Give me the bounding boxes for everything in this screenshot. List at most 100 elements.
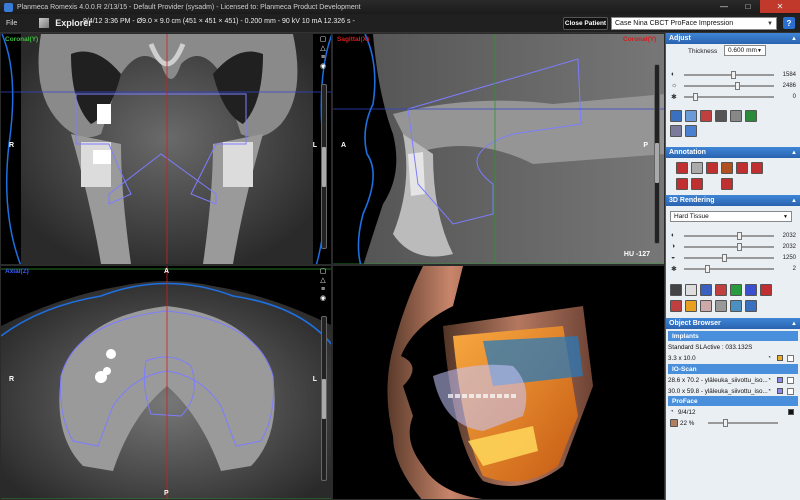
area-annotation-icon[interactable]: [706, 162, 718, 174]
camera-icon[interactable]: ◉: [319, 63, 327, 70]
case-select[interactable]: Case Nina CBCT ProFace Impression ▼: [611, 17, 777, 30]
text-annotation-icon[interactable]: [721, 162, 733, 174]
value-slider[interactable]: [684, 265, 774, 273]
3d-viewport[interactable]: [332, 265, 665, 500]
rendering-header[interactable]: 3D Rendering ▲: [666, 195, 800, 206]
object-browser-header[interactable]: Object Browser ▲: [666, 318, 800, 329]
delete-annotation-icon[interactable]: [751, 162, 763, 174]
measure-icon[interactable]: [691, 178, 703, 190]
visible-checkbox[interactable]: [787, 387, 794, 395]
maximize-button[interactable]: □: [736, 0, 760, 13]
rotate-3d-icon[interactable]: [670, 300, 682, 312]
visible-checkbox[interactable]: [787, 376, 794, 384]
skeleton-icon[interactable]: [685, 284, 697, 296]
sharpen-filter-icon[interactable]: △: [319, 277, 327, 284]
coronal-viewport[interactable]: Coronal(Y) R L ▢ △ ≡ ◉: [0, 33, 332, 265]
sharpen-filter-icon[interactable]: △: [319, 45, 327, 52]
coronal-slice-scrollbar[interactable]: [321, 84, 327, 249]
visibility-icon[interactable]: ◔: [767, 377, 771, 383]
magnify-icon[interactable]: [670, 110, 682, 122]
color-swatch[interactable]: [777, 388, 783, 394]
camera-icon[interactable]: ◉: [319, 295, 327, 302]
cube-view-icon[interactable]: [745, 284, 757, 296]
rotate-icon[interactable]: [670, 125, 682, 137]
histogram-icon[interactable]: [730, 110, 742, 122]
collapse-icon[interactable]: ▲: [791, 198, 797, 204]
arrow-annotation-icon[interactable]: [736, 162, 748, 174]
color-swatch[interactable]: [788, 409, 794, 415]
ruler-icon[interactable]: [700, 110, 712, 122]
angle-annotation-icon[interactable]: [691, 162, 703, 174]
adjust-header[interactable]: Adjust ▲: [666, 33, 800, 44]
contrast-icon[interactable]: [715, 110, 727, 122]
cut-icon[interactable]: [715, 284, 727, 296]
color-swatch[interactable]: [777, 355, 783, 361]
scroll-thumb[interactable]: [322, 147, 326, 187]
collapse-icon[interactable]: ▲: [791, 150, 797, 156]
visibility-icon[interactable]: ◔: [670, 409, 674, 415]
opacity-slider[interactable]: [708, 419, 778, 427]
sagittal-viewport[interactable]: Sagittal(X) Coronal(Y) A P HU -127: [332, 33, 665, 265]
line-annotation-icon[interactable]: [676, 162, 688, 174]
axial-viewport[interactable]: Axial(Z) A P R L ▢ △ ≡ ◉: [0, 265, 332, 500]
value-slider[interactable]: [684, 254, 774, 262]
collapse-icon[interactable]: ▲: [791, 36, 797, 42]
axial-slice-scrollbar[interactable]: [321, 316, 327, 481]
slider-knob[interactable]: [693, 93, 698, 101]
layers-icon[interactable]: ≡: [319, 286, 327, 293]
axes-icon[interactable]: [760, 284, 772, 296]
clip-icon[interactable]: [700, 284, 712, 296]
implant-name-row[interactable]: Standard SLActive : 033.132S: [668, 342, 798, 352]
palette-icon[interactable]: [745, 110, 757, 122]
maximize-view-icon[interactable]: ▢: [319, 36, 327, 43]
head-icon[interactable]: [700, 300, 712, 312]
marker-icon[interactable]: [721, 178, 733, 190]
scan-icon[interactable]: [730, 300, 742, 312]
slider-knob[interactable]: [735, 82, 740, 90]
nerve-icon[interactable]: [676, 178, 688, 190]
visibility-icon[interactable]: ◔: [767, 355, 771, 361]
annotation-header[interactable]: Annotation ▲: [666, 147, 800, 158]
rendering-preset-select[interactable]: Hard Tissue ▼: [670, 211, 792, 222]
maximize-view-icon[interactable]: ▢: [319, 268, 327, 275]
pan-icon[interactable]: [685, 110, 697, 122]
minimize-button[interactable]: —: [712, 0, 736, 13]
volume-icon[interactable]: [670, 284, 682, 296]
visible-checkbox[interactable]: [787, 354, 794, 362]
close-patient-button[interactable]: Close Patient: [563, 17, 608, 30]
skull-icon[interactable]: [685, 300, 697, 312]
io-scan-group[interactable]: IO-Scan: [668, 364, 798, 374]
value-slider[interactable]: [684, 232, 774, 240]
thickness-select[interactable]: 0.600 mm ▼: [724, 45, 766, 56]
proface-group[interactable]: ProFace: [668, 396, 798, 406]
slider-knob[interactable]: [723, 419, 728, 427]
io-item-row[interactable]: 30.0 x 59.8 - yläleuka_siivottu_iso... ◔: [668, 386, 798, 396]
slider-knob[interactable]: [722, 254, 727, 262]
close-window-button[interactable]: ✕: [760, 0, 800, 13]
scroll-thumb[interactable]: [322, 379, 326, 419]
color-swatch[interactable]: [777, 377, 783, 383]
color-icon[interactable]: [730, 284, 742, 296]
proface-date-row[interactable]: ◔ 9/4/12: [668, 407, 798, 417]
slider-knob[interactable]: [705, 265, 710, 273]
implant-size-row[interactable]: 3.3 x 10.0 ◔: [668, 353, 798, 363]
slider-knob[interactable]: [731, 71, 736, 79]
teeth-icon[interactable]: [715, 300, 727, 312]
visibility-icon[interactable]: ◔: [767, 388, 771, 394]
reset-icon[interactable]: [685, 125, 697, 137]
sagittal-slice-scrollbar[interactable]: [654, 64, 660, 244]
help-button[interactable]: ?: [783, 17, 795, 29]
collapse-icon[interactable]: ▲: [791, 321, 797, 327]
value-slider[interactable]: [684, 82, 774, 90]
layers-icon[interactable]: ≡: [319, 54, 327, 61]
value-slider[interactable]: [684, 93, 774, 101]
file-menu[interactable]: File: [0, 20, 23, 27]
value-slider[interactable]: [684, 243, 774, 251]
implants-group[interactable]: Implants: [668, 331, 798, 341]
settings-3d-icon[interactable]: [745, 300, 757, 312]
scroll-thumb[interactable]: [655, 143, 659, 183]
slider-knob[interactable]: [737, 243, 742, 251]
io-item-row[interactable]: 28.6 x 70.2 - yläleuka_siivottu_iso... ◔: [668, 375, 798, 385]
slider-knob[interactable]: [737, 232, 742, 240]
value-slider[interactable]: [684, 71, 774, 79]
